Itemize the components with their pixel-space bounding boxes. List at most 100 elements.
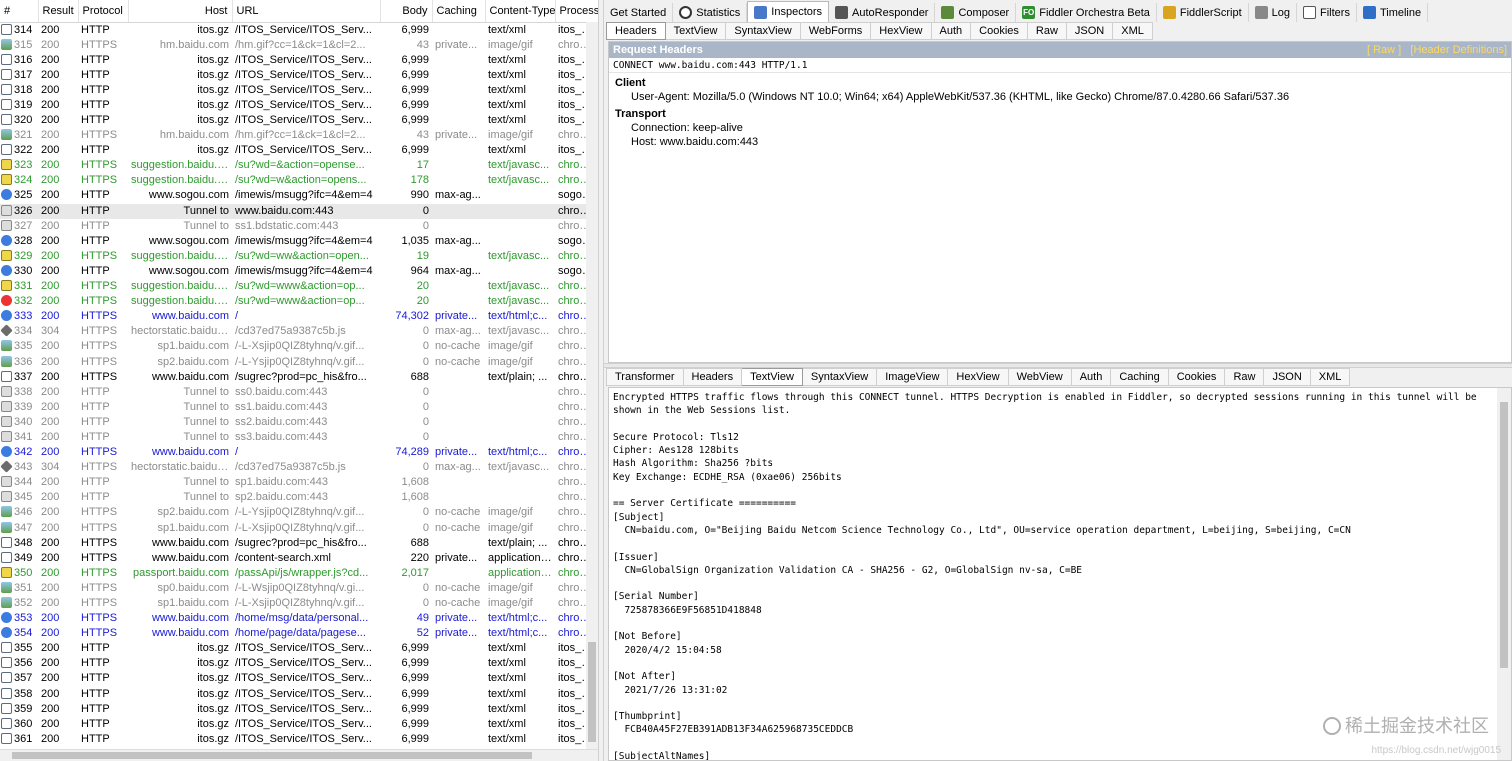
header-item[interactable]: User-Agent: Mozilla/5.0 (Windows NT 10.0… [609, 90, 1511, 104]
table-row[interactable]: 321 200 HTTPS hm.baidu.com/hm.gif?cc=1&ck=1… [0, 128, 598, 143]
subtab-textview[interactable]: TextView [665, 22, 727, 40]
table-row[interactable]: 359 200 HTTP itos.gz/ITOS_Service/ITOS_Serv… [0, 702, 598, 717]
table-row[interactable]: 319 200 HTTP itos.gz/ITOS_Service/ITOS_Serv… [0, 98, 598, 113]
table-row[interactable]: 326 200 HTTP Tunnel to www.baidu.com:443 0 chr… [0, 203, 598, 219]
table-row[interactable]: 316 200 HTTP itos.gz/ITOS_Service/ITOS_Serv… [0, 53, 598, 68]
table-row[interactable]: 356 200 HTTP itos.gz/ITOS_Service/ITOS_Serv… [0, 656, 598, 671]
table-row[interactable]: 325 200 HTTP www.sogou.com/imewis/msugg?ifc… [0, 188, 598, 203]
column-header[interactable]: Host [128, 0, 233, 23]
table-row[interactable]: 339 200 HTTP Tunnel to ss1.baidu.com:443 0 chr… [0, 400, 598, 415]
subtab-json[interactable]: JSON [1264, 368, 1311, 386]
table-row[interactable]: 327 200 HTTP Tunnel to ss1.bdstatic.com:443 0… [0, 219, 598, 234]
table-row[interactable]: 352 200 HTTPS sp1.baidu.com /-L-Xsjip0QIZ8ty… [0, 596, 598, 611]
table-row[interactable]: 347 200 HTTPS sp1.baidu.com /-L-Xsjip0QIZ8ty… [0, 521, 598, 536]
response-textview-panel[interactable]: Encrypted HTTPS traffic flows through th… [608, 387, 1512, 761]
table-row[interactable]: 338 200 HTTP Tunnel to ss0.baidu.com:443 0 chr… [0, 385, 598, 400]
column-header[interactable]: Process [555, 0, 598, 23]
tab-log[interactable]: Log [1249, 3, 1297, 22]
sessions-horizontal-scrollbar[interactable] [0, 749, 598, 761]
subtab-xml[interactable]: XML [1113, 22, 1153, 40]
subtab-raw[interactable]: Raw [1027, 22, 1067, 40]
tab-statistics[interactable]: Statistics [673, 3, 748, 22]
table-row[interactable]: 355 200 HTTP itos.gz/ITOS_Service/ITOS_Serv… [0, 641, 598, 656]
subtab-caching[interactable]: Caching [1111, 368, 1169, 386]
table-row[interactable]: 331 200 HTTPS suggestion.baidu.com/su?wd=ww… [0, 279, 598, 294]
table-row[interactable]: 337 200 HTTPS www.baidu.com/sugrec?prod=pc_… [0, 370, 598, 385]
table-row[interactable]: 360 200 HTTP itos.gz/ITOS_Service/ITOS_Serv… [0, 717, 598, 732]
table-row[interactable]: 328 200 HTTP www.sogou.com/imewis/msugg?ifc… [0, 234, 598, 249]
table-row[interactable]: 345 200 HTTP Tunnel to sp2.baidu.com:443 1,60… [0, 490, 598, 505]
table-row[interactable]: 341 200 HTTP Tunnel to ss3.baidu.com:443 0 chr… [0, 430, 598, 445]
subtab-headers[interactable]: Headers [683, 368, 743, 386]
subtab-cookies[interactable]: Cookies [971, 22, 1028, 40]
table-row[interactable]: 330 200 HTTP www.sogou.com/imewis/msugg?ifc… [0, 264, 598, 279]
table-row[interactable]: 324 200 HTTPS suggestion.baidu.com/su?wd=w&… [0, 173, 598, 188]
table-row[interactable]: 344 200 HTTP Tunnel to sp1.baidu.com:443 1,60… [0, 475, 598, 490]
table-row[interactable]: 332 200 HTTPS suggestion.baidu.com/su?wd=ww… [0, 294, 598, 309]
table-row[interactable]: 350 200 HTTPS passport.baidu.com/passApi/js… [0, 566, 598, 581]
subtab-textview[interactable]: TextView [742, 368, 803, 386]
column-header[interactable]: Protocol [78, 0, 129, 23]
table-row[interactable]: 343 304 HTTPS hectorstatic.baidu.c.../cd37e… [0, 460, 598, 475]
raw-link[interactable]: [ Raw ] [1367, 44, 1401, 56]
table-row[interactable]: 351 200 HTTPS sp0.baidu.com /-L-Wsjip0QIZ8ty… [0, 581, 598, 596]
subtab-cookies[interactable]: Cookies [1168, 368, 1226, 386]
header-item[interactable]: Host: www.baidu.com:443 [609, 135, 1511, 149]
table-row[interactable]: 315 200 HTTPS hm.baidu.com/hm.gif?cc=1&ck=1… [0, 38, 598, 53]
table-row[interactable]: 353 200 HTTPS www.baidu.com/home/msg/data/p… [0, 611, 598, 626]
column-header[interactable]: Content-Type [485, 0, 556, 23]
subtab-hexview[interactable]: HexView [871, 22, 932, 40]
header-group-name[interactable]: Client [609, 73, 1511, 90]
column-header[interactable]: Body [380, 0, 433, 23]
scroll-thumb[interactable] [588, 642, 596, 742]
tab-timeline[interactable]: Timeline [1357, 3, 1429, 22]
table-row[interactable]: 323 200 HTTPS suggestion.baidu.com/su?wd=&a… [0, 158, 598, 173]
scroll-thumb[interactable] [1500, 402, 1508, 668]
column-header[interactable]: # [0, 0, 39, 23]
tab-inspectors[interactable]: Inspectors [747, 1, 830, 22]
table-row[interactable]: 336 200 HTTPS sp2.baidu.com /-L-Ysjip0QIZ8ty… [0, 354, 598, 369]
subtab-xml[interactable]: XML [1310, 368, 1351, 386]
response-text[interactable]: Encrypted HTTPS traffic flows through th… [609, 388, 1511, 760]
table-row[interactable]: 346 200 HTTPS sp2.baidu.com /-L-Ysjip0QIZ8ty… [0, 505, 598, 520]
table-row[interactable]: 357 200 HTTP itos.gz/ITOS_Service/ITOS_Serv… [0, 671, 598, 686]
table-row[interactable]: 354 200 HTTPS www.baidu.com/home/page/data/… [0, 626, 598, 641]
sessions-vertical-scrollbar[interactable] [586, 22, 598, 749]
table-row[interactable]: 349 200 HTTPS www.baidu.com/content-search.… [0, 551, 598, 566]
table-row[interactable]: 348 200 HTTPS www.baidu.com/sugrec?prod=pc_… [0, 536, 598, 551]
subtab-auth[interactable]: Auth [931, 22, 972, 40]
column-header[interactable]: Caching [432, 0, 486, 23]
table-row[interactable]: 340 200 HTTP Tunnel to ss2.baidu.com:443 0 chr… [0, 415, 598, 430]
table-row[interactable]: 320 200 HTTP itos.gz/ITOS_Service/ITOS_Serv… [0, 113, 598, 128]
table-row[interactable]: 329 200 HTTPS suggestion.baidu.com/su?wd=ww… [0, 249, 598, 264]
scroll-thumb[interactable] [12, 752, 532, 759]
tab-get-started[interactable]: Get Started [604, 3, 674, 22]
header-definitions-link[interactable]: [Header Definitions] [1410, 44, 1507, 56]
tab-fiddlerscript[interactable]: FiddlerScript [1157, 3, 1249, 22]
subtab-imageview[interactable]: ImageView [877, 368, 949, 386]
subtab-webview[interactable]: WebView [1008, 368, 1072, 386]
subtab-raw[interactable]: Raw [1225, 368, 1265, 386]
header-item[interactable]: Connection: keep-alive [609, 121, 1511, 135]
subtab-webforms[interactable]: WebForms [800, 22, 872, 40]
response-vertical-scrollbar[interactable] [1497, 388, 1511, 760]
table-row[interactable]: 333 200 HTTPS www.baidu.com / 74,302 private..… [0, 309, 598, 324]
table-row[interactable]: 322 200 HTTP itos.gz/ITOS_Service/ITOS_Serv… [0, 143, 598, 158]
tab-autoresponder[interactable]: AutoResponder [829, 3, 936, 22]
subtab-transformer[interactable]: Transformer [606, 368, 684, 386]
table-row[interactable]: 342 200 HTTPS www.baidu.com / 74,289 private..… [0, 445, 598, 460]
table-row[interactable]: 317 200 HTTP itos.gz/ITOS_Service/ITOS_Serv… [0, 68, 598, 83]
table-row[interactable]: 318 200 HTTP itos.gz/ITOS_Service/ITOS_Serv… [0, 83, 598, 98]
tab-fiddler-orchestra-beta[interactable]: FO Fiddler Orchestra Beta [1016, 3, 1157, 22]
table-row[interactable]: 358 200 HTTP itos.gz/ITOS_Service/ITOS_Serv… [0, 687, 598, 702]
column-header[interactable]: URL [232, 0, 381, 23]
subtab-syntaxview[interactable]: SyntaxView [726, 22, 801, 40]
tab-composer[interactable]: Composer [935, 3, 1017, 22]
tab-filters[interactable]: Filters [1297, 3, 1357, 22]
subtab-hexview[interactable]: HexView [948, 368, 1009, 386]
table-row[interactable]: 334 304 HTTPS hectorstatic.baidu.c.../cd37e… [0, 324, 598, 339]
table-row[interactable]: 335 200 HTTPS sp1.baidu.com /-L-Xsjip0QIZ8ty… [0, 339, 598, 354]
subtab-json[interactable]: JSON [1066, 22, 1114, 40]
subtab-auth[interactable]: Auth [1071, 368, 1112, 386]
table-row[interactable]: 361 200 HTTP itos.gz/ITOS_Service/ITOS_Serv… [0, 732, 598, 747]
